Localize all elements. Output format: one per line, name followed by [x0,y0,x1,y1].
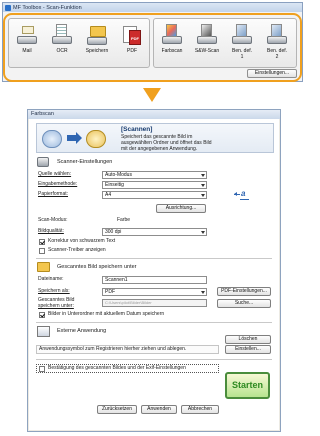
divider [36,322,272,323]
save-as-value: PDF [105,289,115,295]
save-path-field: C:\Users\pilot\Bilder\Bilder [102,299,207,307]
tool-pdf-button[interactable]: PDF PDF [116,22,148,66]
paper-format-label: Papierformat: [38,191,69,197]
source-select[interactable]: Auto-Modus [102,171,207,179]
input-method-value: Einseitig [105,182,124,188]
save-as-select[interactable]: PDF [102,288,207,296]
tool-custom-2-button[interactable]: Ben. def. 2 [261,22,293,66]
chevron-down-icon [201,184,205,187]
correct-black-text-label: Korrektur von schwarzem Text [48,238,116,244]
chevron-down-icon [201,174,205,177]
custom-1-icon [231,24,253,46]
tool-custom-1-number: 1 [240,54,244,60]
apply-button[interactable]: Anwenden [141,405,177,414]
external-app-icon [37,326,50,337]
dialog-panel: [Scannen] Speichert das gescannte Bild i… [29,119,279,430]
orientation-button[interactable]: Ausrichtung... [156,204,206,213]
app-icon [5,4,11,11]
subfolder-checkbox[interactable] [39,312,45,318]
scan-to-folder-graphic [42,128,110,150]
tool-pdf-label: PDF [127,48,137,54]
tool-mail-label: Mail [22,48,32,54]
start-button[interactable]: Starten [225,372,270,399]
subfolder-label: Bilder in Unterordner mit aktuellem Datu… [48,311,165,317]
input-method-label: Eingabemethode: [38,181,78,187]
cancel-button[interactable]: Abbrechen [181,405,219,414]
color-scan-dialog: Farbscan [Scannen] Speichert das gescann… [27,109,281,432]
mail-icon [16,24,38,46]
chevron-down-icon [201,291,205,294]
tool-bw-scan-label: S&W-Scan [194,48,220,54]
arrow-head-icon [76,132,82,144]
browse-button[interactable]: Suche... [217,299,271,308]
bw-scan-icon [196,24,218,46]
image-quality-value: 300 dpi [105,229,122,235]
scanner-settings-title: Scanner-Einstellungen [57,159,113,165]
delete-button[interactable]: Löschen [225,335,271,344]
external-app-hint: Anwendungssymbol zum Registrieren hierhe… [39,346,187,352]
toolbox-body: Mail OCR Speichern PDF PDF Farbscan S&W-… [3,12,302,82]
source-value: Auto-Modus [105,172,132,178]
divider [36,258,272,259]
scanner-icon [42,130,62,148]
header-title: [Scannen] [121,126,153,133]
external-app-drop-zone[interactable]: Anwendungssymbol zum Registrieren hierhe… [36,345,219,354]
show-driver-label: Scanner-Treiber anzeigen [48,247,106,253]
image-quality-label: Bildqualität: [38,228,64,234]
paper-format-value: A4 [105,192,112,198]
save-folder-icon [37,262,50,272]
file-name-input[interactable]: Scannen1 [102,276,207,284]
dialog-header: [Scannen] Speichert das gescannte Bild i… [36,123,274,153]
toolbox-window: MF Toolbox - Scan-Funktion Mail OCR Spei… [2,2,303,82]
save-path-label-2: speichern unter: [38,303,74,309]
tool-bw-scan-button[interactable]: S&W-Scan [191,22,223,66]
ocr-icon [51,24,73,46]
tool-save-label: Speichern [85,48,109,54]
save-settings-title: Gescanntes Bild speichern unter [57,264,137,270]
save-icon [86,24,108,46]
confirm-label: Bestätigung des gescannten Bildes und de… [48,365,186,371]
reset-button[interactable]: Zurücksetzen [97,405,137,414]
confirm-option[interactable]: Bestätigung des gescannten Bildes und de… [36,364,219,373]
toolbox-title-bar: MF Toolbox - Scan-Funktion [3,3,302,12]
pdf-settings-button[interactable]: PDF-Einstellungen... [217,287,271,296]
tool-color-scan-button[interactable]: Farbscan [156,22,188,66]
dialog-title: Farbscan [28,110,280,119]
tool-color-scan-label: Farbscan [161,48,183,54]
external-app-title: Externe Anwendung [57,328,107,334]
external-settings-button[interactable]: Einstellen... [225,345,271,354]
scan-mode-value: Farbe [117,217,131,223]
save-as-label: Speichern als: [38,288,70,294]
pdf-icon: PDF [121,24,143,46]
scan-mode-label: Scan-Modus: [38,217,68,223]
toolbox-settings-button[interactable]: Einstellungen... [247,69,297,78]
divider [36,359,272,360]
tool-save-button[interactable]: Speichern [81,22,113,66]
confirm-checkbox[interactable] [39,366,45,372]
folder-icon [86,130,106,148]
image-quality-select[interactable]: 300 dpi [102,228,207,236]
tool-custom-1-button[interactable]: Ben. def. 1 [226,22,258,66]
toolbox-title: MF Toolbox - Scan-Funktion [13,4,82,11]
down-arrow-icon [143,88,161,102]
correct-black-text-checkbox[interactable] [39,239,45,245]
tool-mail-button[interactable]: Mail [11,22,43,66]
show-driver-checkbox[interactable] [39,248,45,254]
tool-ocr-label: OCR [56,48,68,54]
orientation-icon: a [234,189,250,201]
paper-format-select[interactable]: A4 [102,191,207,199]
chevron-down-icon [201,231,205,234]
tool-ocr-button[interactable]: OCR [46,22,78,66]
input-method-select[interactable]: Einseitig [102,181,207,189]
custom-2-icon [266,24,288,46]
chevron-down-icon [201,194,205,197]
scanner-settings-icon [37,157,49,167]
source-label: Quelle wählen: [38,171,72,177]
color-scan-icon [161,24,183,46]
header-description-3: mit der angegebenen Anwendung. [121,146,198,152]
tool-group-right: Farbscan S&W-Scan Ben. def. 1 Ben. def. … [153,18,297,68]
tool-custom-2-number: 2 [275,54,279,60]
file-name-label: Dateiname: [38,276,64,282]
tool-group-left: Mail OCR Speichern PDF PDF [8,18,150,68]
